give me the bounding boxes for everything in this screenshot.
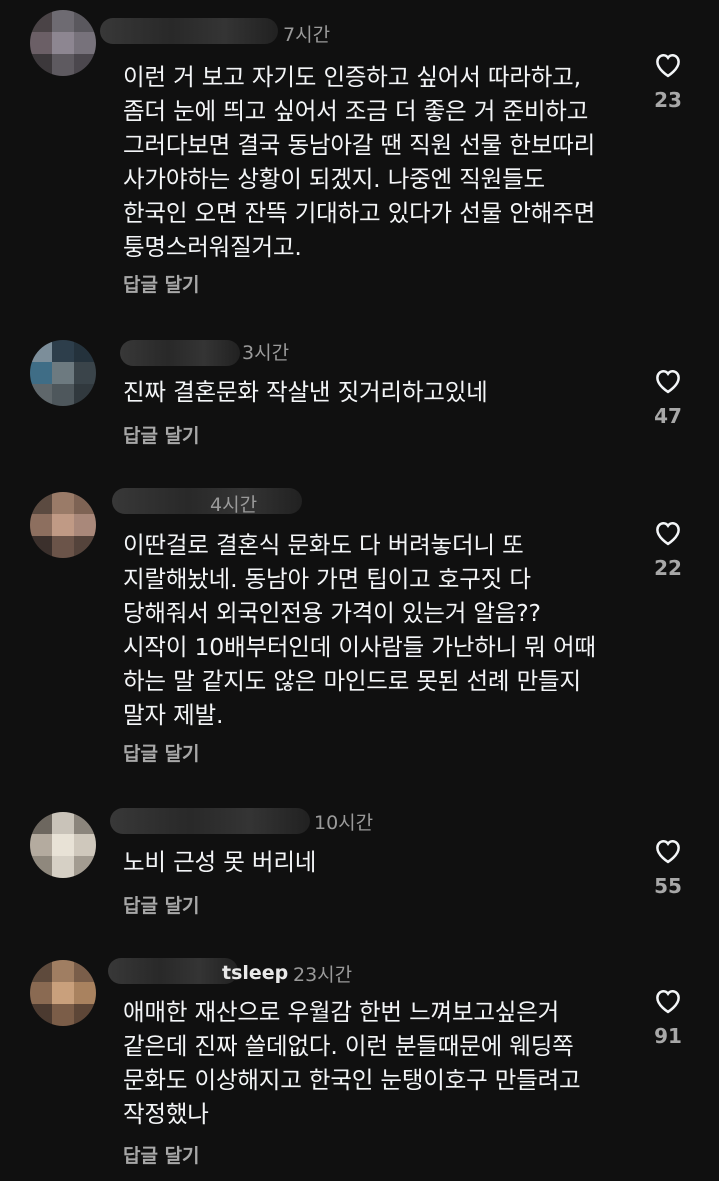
like-count: 23 — [654, 88, 682, 112]
heart-outline-icon[interactable] — [645, 50, 691, 78]
like-button[interactable]: 23 — [645, 50, 691, 112]
comment-text: 노비 근성 못 버리네 — [123, 848, 317, 876]
heart-outline-icon[interactable] — [645, 518, 691, 546]
comment-time: 10시간 — [314, 812, 374, 834]
like-count: 91 — [654, 1024, 682, 1048]
comment-time: 4시간 — [210, 494, 258, 516]
comment-username[interactable]: tsleep — [222, 962, 288, 984]
comment-time: 3시간 — [242, 342, 290, 364]
comment-time: 7시간 — [283, 24, 331, 46]
username-redacted — [110, 808, 310, 834]
reply-button[interactable]: 답글 달기 — [123, 421, 200, 448]
username-redacted — [108, 958, 238, 984]
heart-outline-icon[interactable] — [645, 986, 691, 1014]
comment-text: 이런 거 보고 자기도 인증하고 싶어서 따라하고, 좀더 눈에 띄고 싶어서 … — [123, 63, 596, 261]
comment-time: 23시간 — [293, 964, 353, 986]
username-redacted — [100, 18, 278, 44]
comment-text: 애매한 재산으로 우월감 한번 느껴보고싶은거 같은데 진짜 쓸데없다. 이런 … — [123, 998, 581, 1128]
reply-button[interactable]: 답글 달기 — [123, 891, 200, 918]
like-button[interactable]: 22 — [645, 518, 691, 580]
like-button[interactable]: 55 — [645, 836, 691, 898]
username-redacted — [120, 340, 240, 366]
reply-button[interactable]: 답글 달기 — [123, 739, 200, 766]
comment-text: 진짜 결혼문화 작살낸 짓거리하고있네 — [123, 378, 488, 406]
avatar[interactable] — [30, 812, 96, 878]
avatar[interactable] — [30, 340, 96, 406]
like-count: 22 — [654, 556, 682, 580]
heart-outline-icon[interactable] — [645, 366, 691, 394]
avatar[interactable] — [30, 492, 96, 558]
like-button[interactable]: 91 — [645, 986, 691, 1048]
heart-outline-icon[interactable] — [645, 836, 691, 864]
avatar[interactable] — [30, 960, 96, 1026]
comment-text: 이딴걸로 결혼식 문화도 다 버려놓더니 또 지랄해놨네. 동남아 가면 팁이고… — [123, 531, 596, 729]
reply-button[interactable]: 답글 달기 — [123, 1141, 200, 1168]
reply-button[interactable]: 답글 달기 — [123, 270, 200, 297]
like-button[interactable]: 47 — [645, 366, 691, 428]
username-redacted — [112, 488, 302, 514]
like-count: 47 — [654, 404, 682, 428]
like-count: 55 — [654, 874, 682, 898]
avatar[interactable] — [30, 10, 96, 76]
